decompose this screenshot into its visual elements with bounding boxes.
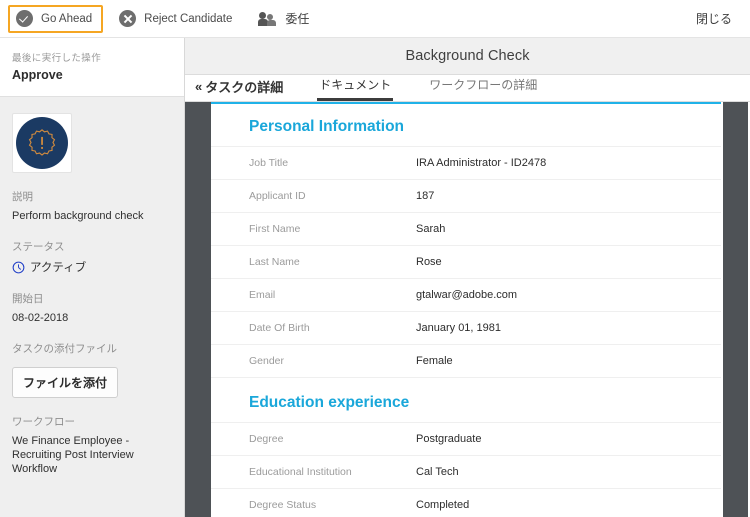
status-value: アクティブ <box>30 262 87 274</box>
circle-x-icon <box>119 10 137 27</box>
delegate-button[interactable]: 委任 <box>251 5 320 33</box>
delegate-people-icon <box>258 11 277 27</box>
field-label: Degree <box>249 433 284 445</box>
start-date-block: 開始日 08-02-2018 <box>12 291 172 325</box>
table-row: Date Of Birth January 01, 1981 <box>211 311 721 344</box>
go-ahead-label: Go Ahead <box>41 12 93 25</box>
field-label: Degree Status <box>249 499 317 511</box>
field-label: Email <box>249 289 276 301</box>
close-button[interactable]: 閉じる <box>696 10 732 27</box>
vertical-scrollbar-thumb[interactable] <box>723 102 748 517</box>
field-label: Gender <box>249 355 285 367</box>
table-row: Educational Institution Cal Tech <box>211 455 721 488</box>
last-action-label: 最後に実行した操作 <box>12 53 102 64</box>
table-row: Last Name Rose <box>211 245 721 278</box>
go-ahead-button[interactable]: Go Ahead <box>8 4 104 33</box>
field-value: Completed <box>416 499 470 511</box>
field-value: January 01, 1981 <box>416 322 502 334</box>
description-value: Perform background check <box>12 210 144 222</box>
field-value: Cal Tech <box>416 466 459 478</box>
workflow-block: ワークフロー We Finance Employee - Recruiting … <box>12 414 172 476</box>
section-title: Personal Information <box>249 118 405 135</box>
attachments-label: タスクの添付ファイル <box>12 343 117 355</box>
status-label: ステータス <box>12 241 65 253</box>
status-block: ステータス アクティブ <box>12 239 172 275</box>
action-toolbar: Go Ahead Reject Candidate 委任 閉じる <box>0 0 750 38</box>
circle-check-icon <box>16 10 33 27</box>
field-value: Postgraduate <box>416 433 482 445</box>
description-block: 説明 Perform background check <box>12 189 172 223</box>
tab-bar: « タスクの詳細 ドキュメント ワークフローの詳細 <box>185 75 750 102</box>
page-title: Background Check <box>405 48 530 64</box>
last-action-block: 最後に実行した操作 Approve <box>0 38 184 97</box>
table-row: First Name Sarah <box>211 212 721 245</box>
start-date-value: 08-02-2018 <box>12 312 69 324</box>
content-left-accent-bar <box>185 102 211 517</box>
table-row: Email gtalwar@adobe.com <box>211 278 721 311</box>
task-detail-window: Go Ahead Reject Candidate 委任 閉じる Backgro… <box>0 0 750 517</box>
field-value: Sarah <box>416 223 446 235</box>
delegate-label: 委任 <box>285 12 310 26</box>
description-label: 説明 <box>12 191 33 203</box>
table-row: Job Title IRA Administrator - ID2478 <box>211 146 721 179</box>
section-title: Education experience <box>211 377 721 422</box>
avatar-circle <box>16 117 68 169</box>
sidebar-details: 説明 Perform background check ステータス アクティブ … <box>0 189 184 476</box>
document-content-panel: Personal Information Job Title IRA Admin… <box>211 102 721 517</box>
status-badge: アクティブ <box>12 259 172 275</box>
table-row: Degree Postgraduate <box>211 422 721 455</box>
field-label: Job Title <box>249 157 289 169</box>
table-row: Gender Female <box>211 344 721 377</box>
back-to-task-details-link[interactable]: « タスクの詳細 <box>185 77 283 101</box>
section-personal-information: Personal Information Job Title IRA Admin… <box>211 104 721 377</box>
table-row: Applicant ID 187 <box>211 179 721 212</box>
field-value: 187 <box>416 190 435 202</box>
field-label: Date Of Birth <box>249 322 310 334</box>
avatar <box>12 113 72 173</box>
clock-active-icon <box>12 261 25 273</box>
header-band: Background Check <box>185 38 750 75</box>
reject-candidate-label: Reject Candidate <box>144 12 233 25</box>
workflow-value: We Finance Employee - Recruiting Post In… <box>12 435 134 475</box>
start-date-label: 開始日 <box>12 293 44 305</box>
last-action-value: Approve <box>12 68 63 82</box>
tab-documents[interactable]: ドキュメント <box>317 76 394 101</box>
field-label: Last Name <box>249 256 300 268</box>
field-value: IRA Administrator - ID2478 <box>416 157 547 169</box>
task-sidebar: 最後に実行した操作 Approve 説明 Perform background … <box>0 38 185 517</box>
field-label: First Name <box>249 223 301 235</box>
tab-workflow-details[interactable]: ワークフローの詳細 <box>427 76 539 101</box>
field-value: Female <box>416 355 453 367</box>
reject-candidate-button[interactable]: Reject Candidate <box>111 5 243 33</box>
section-education-experience: Education experience Degree Postgraduate… <box>211 377 721 517</box>
workflow-label: ワークフロー <box>12 416 75 428</box>
attachments-block: タスクの添付ファイル ファイルを添付 <box>12 341 172 398</box>
field-value: Rose <box>416 256 442 268</box>
table-row: Degree Status Completed <box>211 488 721 517</box>
field-label: Applicant ID <box>249 190 306 202</box>
back-link-label: タスクの詳細 <box>205 80 284 95</box>
field-value: gtalwar@adobe.com <box>416 289 518 301</box>
field-label: Educational Institution <box>249 466 352 478</box>
badge-exclamation-icon <box>28 129 56 156</box>
attach-file-button[interactable]: ファイルを添付 <box>12 367 119 398</box>
double-chevron-left-icon: « <box>195 79 203 94</box>
